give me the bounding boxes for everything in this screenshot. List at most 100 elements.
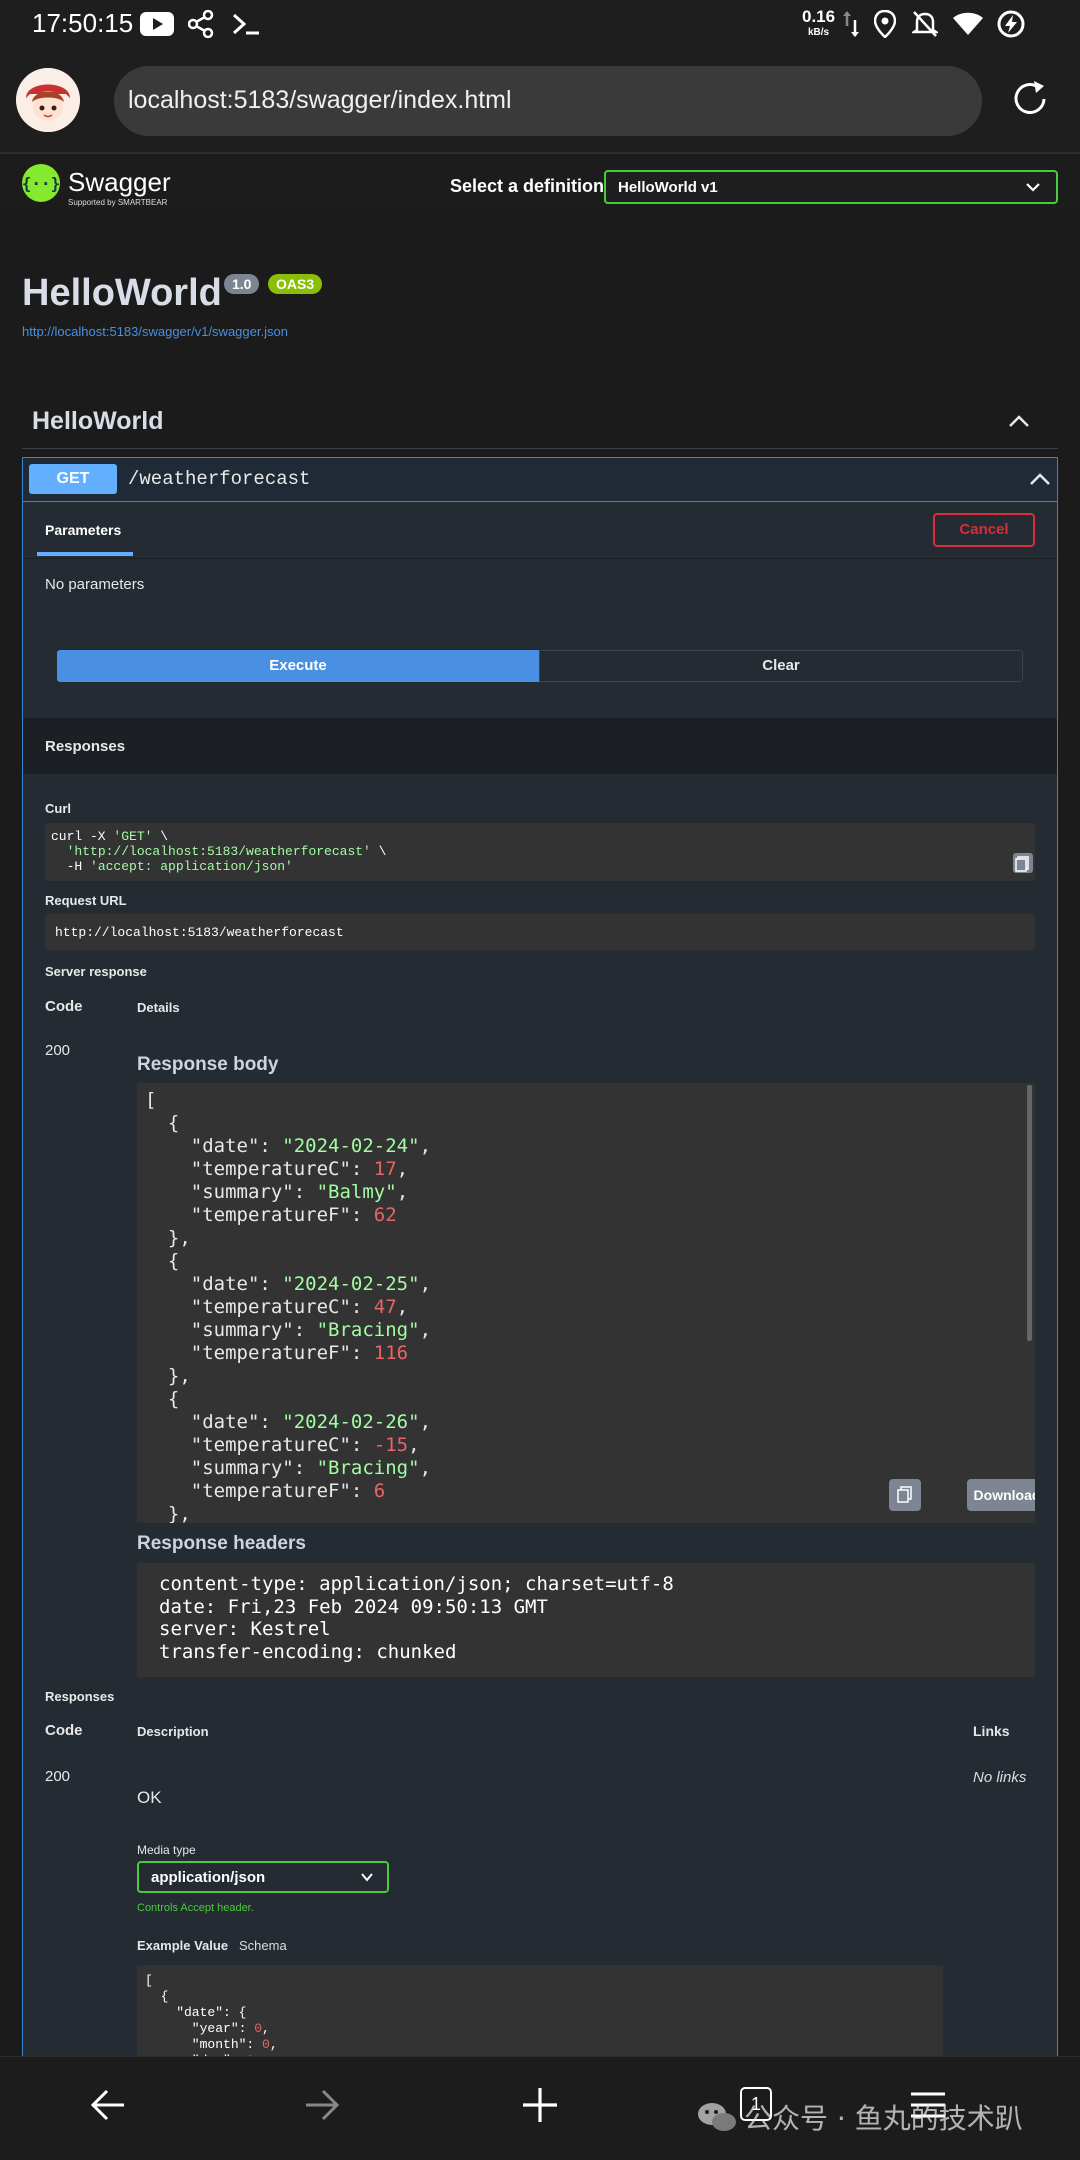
controls-accept-note: Controls Accept header. bbox=[137, 1902, 254, 1914]
curl-text: 'accept: application/json' bbox=[90, 859, 293, 874]
json-value: 62 bbox=[373, 1204, 397, 1226]
network-speed-value: 0.16 bbox=[802, 7, 836, 26]
clock: 17:50:15 bbox=[32, 8, 134, 38]
battery-saver-icon bbox=[997, 10, 1025, 38]
curl-text: \ bbox=[370, 844, 387, 859]
header-line: date: Fri,23 Feb 2024 09:50:13 GMT bbox=[159, 1595, 548, 1618]
json-value: 116 bbox=[373, 1342, 409, 1364]
execute-button[interactable]: Execute bbox=[57, 650, 539, 682]
operation-summary[interactable]: GET /weatherforecast bbox=[23, 458, 1057, 502]
details-column-header: Details bbox=[137, 1000, 180, 1015]
curl-text: \ bbox=[152, 829, 169, 844]
curl-text: 'GET' bbox=[113, 829, 153, 844]
spec-link[interactable]: http://localhost:5183/swagger/v1/swagger… bbox=[22, 324, 288, 339]
version-badge: 1.0 bbox=[224, 274, 260, 294]
tag-section-title[interactable]: HelloWorld bbox=[32, 407, 163, 436]
response-headers-list: content-type: application/json; charset=… bbox=[159, 1573, 674, 1663]
json-value: Bracing bbox=[328, 1319, 409, 1341]
json-value: Balmy bbox=[328, 1181, 386, 1203]
watermark: 公众号 · 鱼丸的技术趴 bbox=[696, 2097, 1023, 2137]
json-value: Bracing bbox=[328, 1457, 409, 1479]
response-body-json: [ { "date": "2024-02-24", "temperatureC"… bbox=[145, 1089, 432, 1523]
copy-body-button[interactable] bbox=[889, 1479, 921, 1511]
browser-bottom-bar: 1 公众号 · 鱼丸的技术趴 bbox=[0, 2056, 1080, 2160]
svg-text:{··}: {··} bbox=[22, 174, 60, 193]
json-value: 2024-02-26 bbox=[293, 1411, 409, 1433]
chevron-up-icon[interactable] bbox=[1029, 472, 1051, 486]
status-bar: 17:50:15 0.16 kB/s bbox=[0, 0, 1080, 50]
forward-arrow-icon[interactable] bbox=[304, 2089, 340, 2121]
oas-badge: OAS3 bbox=[268, 274, 323, 294]
scrollbar-thumb[interactable] bbox=[1027, 1085, 1032, 1341]
web-page: {··} Swagger Supported by SMARTBEAR Sele… bbox=[0, 152, 1080, 2056]
browser-toolbar: localhost:5183/swagger/index.html bbox=[0, 50, 1080, 152]
divider bbox=[23, 558, 1057, 559]
header-line: content-type: application/json; charset=… bbox=[159, 1573, 674, 1595]
network-speed: 0.16 kB/s bbox=[802, 7, 836, 41]
download-button[interactable]: Download bbox=[967, 1479, 1035, 1511]
address-bar[interactable]: localhost:5183/swagger/index.html bbox=[114, 66, 982, 136]
curl-box: curl -X 'GET' \ 'http://localhost:5183/w… bbox=[45, 823, 1035, 881]
data-transfer-icon bbox=[843, 11, 859, 37]
curl-text: curl -X bbox=[51, 829, 114, 844]
swagger-logo-icon: {··} bbox=[22, 164, 60, 202]
youtube-icon bbox=[140, 12, 174, 36]
server-response-label: Server response bbox=[45, 964, 147, 979]
reload-icon[interactable] bbox=[1010, 78, 1050, 120]
response-body[interactable]: [ { "date": "2024-02-24", "temperatureC"… bbox=[137, 1083, 1035, 1523]
media-type-label: Media type bbox=[137, 1843, 196, 1857]
new-tab-plus-icon[interactable] bbox=[522, 2087, 558, 2123]
json-number: 0 bbox=[262, 2037, 270, 2052]
tab-example-value[interactable]: Example Value bbox=[137, 1938, 228, 1953]
back-arrow-icon[interactable] bbox=[90, 2089, 126, 2121]
example-value-json: [ { "date": { "year": 0, "month": 0, "da… bbox=[145, 1973, 278, 2056]
definition-select[interactable]: HelloWorld v1 bbox=[604, 170, 1058, 204]
curl-command: curl -X 'GET' \ 'http://localhost:5183/w… bbox=[51, 829, 386, 874]
responses-title: Responses bbox=[45, 738, 126, 755]
tab-schema[interactable]: Schema bbox=[239, 1938, 287, 1953]
copy-icon[interactable] bbox=[1013, 853, 1033, 873]
tab-underline bbox=[37, 552, 133, 556]
swagger-brand-sub: Supported by SMARTBEAR bbox=[68, 198, 168, 207]
select-definition-label: Select a definition bbox=[450, 176, 605, 196]
parameters-header: Parameters Cancel bbox=[23, 502, 1057, 558]
terminal-icon bbox=[232, 13, 259, 35]
response-code: 200 bbox=[45, 1042, 71, 1059]
curl-label: Curl bbox=[45, 801, 71, 816]
json-value: 47 bbox=[373, 1296, 397, 1318]
wifi-icon bbox=[953, 12, 983, 35]
json-number: 0 bbox=[254, 2021, 263, 2036]
cancel-button[interactable]: Cancel bbox=[933, 513, 1035, 547]
swagger-brand: Swagger bbox=[68, 167, 171, 197]
response-description: OK bbox=[137, 1788, 162, 1807]
operation-panel: GET /weatherforecast Parameters Cancel N… bbox=[22, 457, 1058, 2056]
no-links-text: No links bbox=[973, 1769, 1027, 1786]
header-line: server: Kestrel bbox=[159, 1618, 331, 1640]
json-value: 6 bbox=[373, 1480, 386, 1502]
swagger-topbar: {··} Swagger Supported by SMARTBEAR Sele… bbox=[0, 152, 1080, 212]
url-text[interactable]: localhost:5183/swagger/index.html bbox=[128, 86, 512, 115]
header-line: transfer-encoding: chunked bbox=[159, 1640, 457, 1663]
network-speed-unit: kB/s bbox=[807, 27, 830, 38]
description-column-header: Description bbox=[137, 1724, 209, 1739]
share-icon bbox=[188, 10, 214, 38]
definition-select-value: HelloWorld v1 bbox=[618, 179, 718, 196]
chevron-down-icon bbox=[361, 1873, 373, 1882]
json-value: 2024-02-25 bbox=[293, 1273, 409, 1295]
watermark-text: 公众号 · 鱼丸的技术趴 bbox=[744, 2102, 1023, 2135]
media-type-select[interactable]: application/json bbox=[137, 1861, 389, 1893]
code-column-header: Code bbox=[45, 998, 83, 1015]
copy-icon bbox=[897, 1486, 912, 1503]
response-code: 200 bbox=[45, 1768, 71, 1785]
avatar-image-icon bbox=[16, 68, 80, 132]
links-column-header: Links bbox=[973, 1723, 1010, 1739]
tab-parameters[interactable]: Parameters bbox=[45, 522, 121, 538]
chevron-down-icon bbox=[1026, 183, 1040, 192]
clear-button[interactable]: Clear bbox=[539, 650, 1023, 682]
responses-doc-label: Responses bbox=[45, 1689, 115, 1704]
curl-text: 'http://localhost:5183/weatherforecast' bbox=[66, 844, 371, 859]
response-body-label: Response body bbox=[137, 1054, 279, 1075]
collapse-section-icon[interactable] bbox=[1008, 414, 1030, 428]
media-type-value: application/json bbox=[151, 1869, 266, 1886]
avatar[interactable] bbox=[16, 68, 80, 132]
